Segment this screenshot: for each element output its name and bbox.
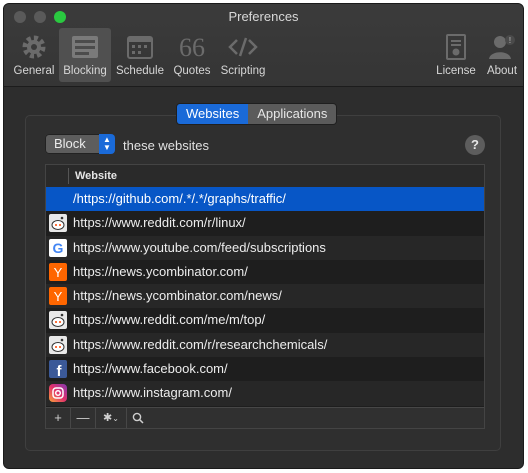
add-button[interactable]: +: [46, 408, 71, 428]
tab-label: Scripting: [220, 65, 266, 77]
license-icon: [446, 34, 466, 60]
tab-label: License: [436, 65, 476, 77]
table-row[interactable]: Y https://news.ycombinator.com/news/: [46, 284, 484, 309]
reddit-icon: [49, 311, 67, 330]
google-icon: G: [49, 238, 67, 257]
action-gear-menu[interactable]: ✱⌄: [96, 408, 127, 428]
tab-label: General: [13, 65, 55, 77]
row-url: https://www.instagram.com/: [73, 385, 232, 401]
row-url: /https://github.com/.*/.*/graphs/traffic…: [73, 191, 286, 206]
tab-blocking[interactable]: Blocking: [59, 28, 111, 82]
window-title: Preferences: [228, 9, 299, 24]
gear-icon: [22, 35, 46, 59]
search-button[interactable]: [127, 408, 149, 428]
row-url: https://www.facebook.com/: [73, 361, 228, 377]
svg-text:Y: Y: [54, 289, 63, 304]
table-row[interactable]: G https://www.youtube.com/feed/subscript…: [46, 235, 484, 260]
row-url: https://www.reddit.com/me/m/top/: [73, 312, 266, 328]
block-mode-popup[interactable]: Block ▲ ▼: [45, 134, 115, 154]
rule-suffix-label: these websites: [123, 138, 209, 153]
updown-chevron-icon: ▲ ▼: [99, 134, 115, 154]
segment-applications[interactable]: Applications: [248, 104, 337, 124]
facebook-icon: f: [49, 360, 67, 379]
svg-text:Y: Y: [54, 265, 63, 280]
segment-websites[interactable]: Websites: [177, 104, 249, 124]
calendar-icon: [127, 36, 153, 59]
table-body: /https://github.com/.*/.*/graphs/traffic…: [46, 187, 484, 428]
row-url: https://www.youtube.com/feed/subscriptio…: [73, 239, 326, 255]
tab-about[interactable]: ! About: [481, 28, 523, 82]
person-info-icon: !: [489, 35, 515, 59]
svg-text:G: G: [53, 240, 64, 256]
row-url: https://www.reddit.com/r/linux/: [73, 215, 246, 231]
tab-label: Blocking: [63, 65, 107, 77]
tab-label: Schedule: [116, 65, 164, 77]
row-url: https://news.ycombinator.com/: [73, 263, 248, 279]
tab-quotes[interactable]: 66 Quotes: [169, 28, 215, 82]
table-row[interactable]: https://www.reddit.com/r/linux/: [46, 211, 484, 235]
reddit-icon: [49, 335, 67, 354]
table-header: Website: [46, 165, 484, 188]
row-url: https://news.ycombinator.com/news/: [73, 288, 282, 304]
table-row[interactable]: f https://www.facebook.com/: [46, 357, 484, 381]
preferences-window: Preferences General Blocking Schedule 66…: [3, 3, 524, 469]
search-icon: [132, 412, 144, 424]
tab-license[interactable]: License: [432, 28, 480, 82]
instagram-icon: [49, 384, 67, 403]
code-icon: [228, 37, 258, 57]
tab-label: Quotes: [173, 65, 211, 77]
ycombinator-icon: Y: [49, 287, 67, 306]
websites-table: Website /https://github.com/.*/.*/graphs…: [45, 164, 485, 429]
remove-button[interactable]: —: [71, 408, 96, 428]
tab-schedule[interactable]: Schedule: [114, 28, 166, 82]
column-divider: [68, 168, 69, 184]
table-row[interactable]: Y https://news.ycombinator.com/: [46, 260, 484, 284]
svg-text:66: 66: [179, 33, 205, 62]
table-bottom-bar: + — ✱⌄: [46, 407, 484, 428]
svg-text:!: !: [509, 36, 512, 45]
table-row[interactable]: /https://github.com/.*/.*/graphs/traffic…: [46, 187, 484, 212]
table-row[interactable]: https://www.instagram.com/: [46, 381, 484, 406]
chevron-down-icon: ⌄: [112, 414, 119, 423]
tab-scripting[interactable]: Scripting: [216, 28, 270, 82]
blocking-list-icon: [72, 36, 98, 58]
help-button[interactable]: ?: [465, 135, 485, 155]
table-row[interactable]: https://www.reddit.com/r/researchchemica…: [46, 332, 484, 358]
block-mode-value: Block: [54, 136, 86, 151]
tab-general[interactable]: General: [10, 28, 58, 82]
row-url: https://www.reddit.com/r/researchchemica…: [73, 336, 328, 352]
ycombinator-icon: Y: [49, 262, 67, 281]
reddit-icon: [49, 214, 67, 233]
column-header-website[interactable]: Website: [75, 170, 117, 182]
gear-icon: ✱: [103, 412, 113, 424]
table-row[interactable]: https://www.reddit.com/me/m/top/: [46, 308, 484, 332]
quote-icon: 66: [179, 33, 205, 62]
titlebar: Preferences General Blocking Schedule 66…: [4, 4, 523, 87]
tab-label: About: [486, 65, 518, 77]
websites-applications-segmented-control: Websites Applications: [176, 103, 338, 125]
